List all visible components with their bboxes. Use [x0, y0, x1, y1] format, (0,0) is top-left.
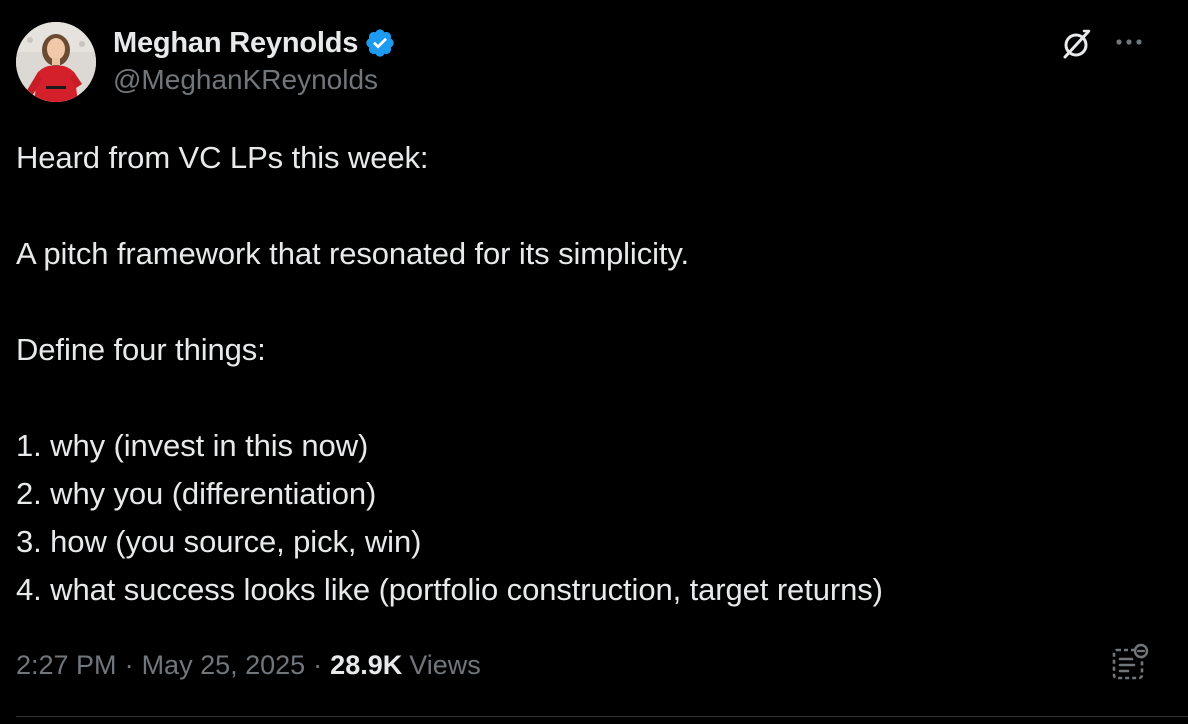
- tweet-time-link[interactable]: 2:27 PM: [16, 650, 117, 681]
- divider: [16, 716, 1188, 717]
- tweet-meta: 2:27 PM · May 25, 2025 · 28.9K Views: [16, 645, 481, 685]
- author-name[interactable]: Meghan Reynolds: [113, 27, 358, 60]
- author-name-row: Meghan Reynolds: [113, 24, 396, 62]
- grok-icon[interactable]: [1058, 26, 1094, 62]
- tweet-list-item: 3. how (you source, pick, win): [16, 524, 422, 559]
- author-handle[interactable]: @MeghanKReynolds: [113, 64, 378, 96]
- tweet-line: Heard from VC LPs this week:: [16, 140, 429, 175]
- verified-badge-icon[interactable]: [364, 27, 396, 59]
- meta-separator: ·: [313, 649, 323, 680]
- views-count: 28.9K: [330, 649, 403, 680]
- tweet-date-link[interactable]: May 25, 2025: [142, 650, 306, 681]
- tweet-card: Meghan Reynolds @MeghanKReynolds Heard f…: [0, 0, 1188, 724]
- tweet-list-item: 1. why (invest in this now): [16, 428, 369, 463]
- tweet-list-item: 4. what success looks like (portfolio co…: [16, 572, 883, 607]
- more-icon[interactable]: [1111, 26, 1147, 58]
- tweet-text: Heard from VC LPs this week: A pitch fra…: [16, 134, 1166, 614]
- tweet-list-item: 2. why you (differentiation): [16, 476, 377, 511]
- meta-separator: ·: [124, 649, 134, 680]
- tweet-line: A pitch framework that resonated for its…: [16, 236, 690, 271]
- tweet-line: Define four things:: [16, 332, 266, 367]
- profile-photo-icon: [16, 22, 96, 102]
- analytics-icon[interactable]: [1110, 642, 1150, 682]
- avatar[interactable]: [16, 22, 96, 102]
- views-label: Views: [409, 649, 481, 680]
